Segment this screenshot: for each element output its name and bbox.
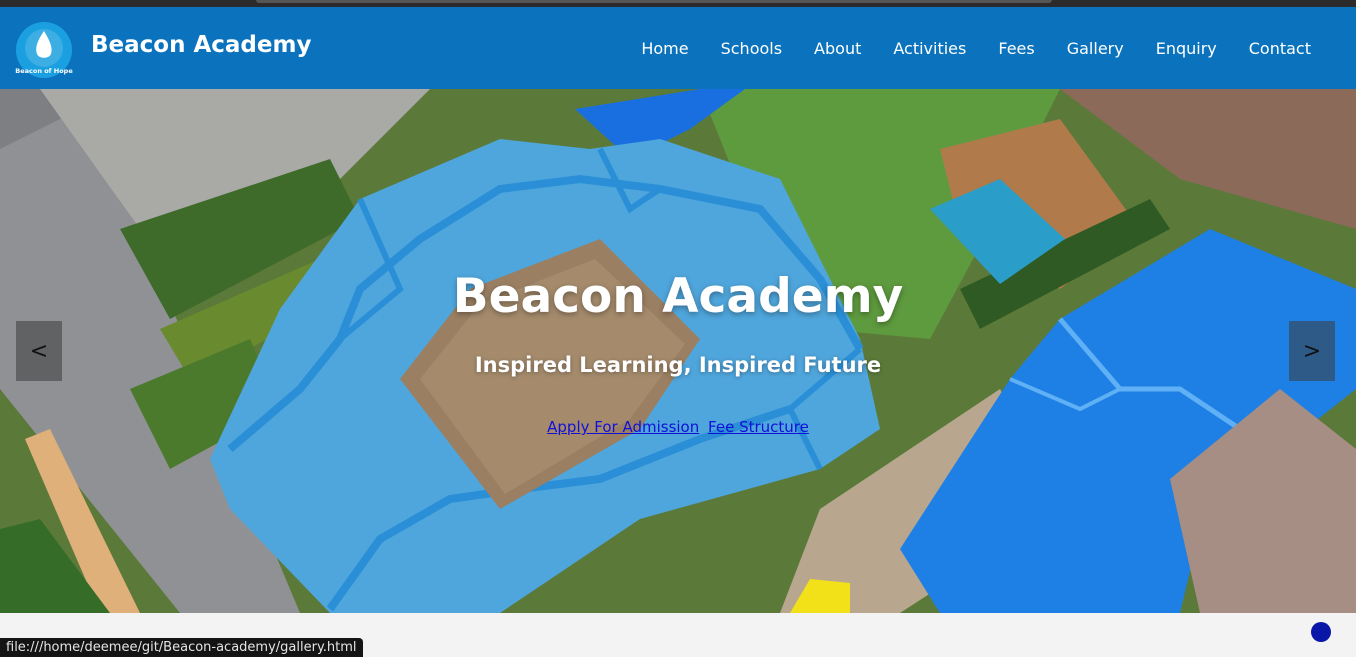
window-top-edge [0, 0, 1356, 7]
nav-enquiry[interactable]: Enquiry [1156, 39, 1217, 58]
beacon-logo-icon[interactable]: Beacon of Hope [15, 21, 73, 79]
logo-text: Beacon of Hope [15, 67, 73, 75]
nav-about[interactable]: About [814, 39, 861, 58]
nav-fees[interactable]: Fees [998, 39, 1034, 58]
nav-schools[interactable]: Schools [721, 39, 782, 58]
hero-carousel: Beacon Academy Inspired Learning, Inspir… [0, 89, 1356, 613]
main-nav: Home Schools About Activities Fees Galle… [641, 7, 1311, 89]
nav-home[interactable]: Home [641, 39, 688, 58]
hero-subtitle: Inspired Learning, Inspired Future [474, 353, 882, 377]
status-bar-url: file:///home/deemee/git/Beacon-academy/g… [0, 638, 363, 657]
carousel-next-button[interactable]: > [1289, 321, 1335, 381]
apply-admission-link[interactable]: Apply For Admission [547, 418, 699, 436]
window-top-handle [256, 0, 1052, 3]
nav-contact[interactable]: Contact [1249, 39, 1311, 58]
hero-links: Apply For Admission Fee Structure [0, 418, 1356, 436]
hero-title: Beacon Academy [452, 269, 904, 324]
nav-gallery[interactable]: Gallery [1067, 39, 1124, 58]
fee-structure-link[interactable]: Fee Structure [708, 418, 809, 436]
brand-name[interactable]: Beacon Academy [91, 32, 311, 58]
chat-widget-dot[interactable] [1311, 622, 1331, 642]
carousel-prev-button[interactable]: < [16, 321, 62, 381]
aerial-school-photo [0, 89, 1356, 613]
site-header: Beacon of Hope Beacon Academy Home Schoo… [0, 7, 1356, 89]
nav-activities[interactable]: Activities [893, 39, 966, 58]
